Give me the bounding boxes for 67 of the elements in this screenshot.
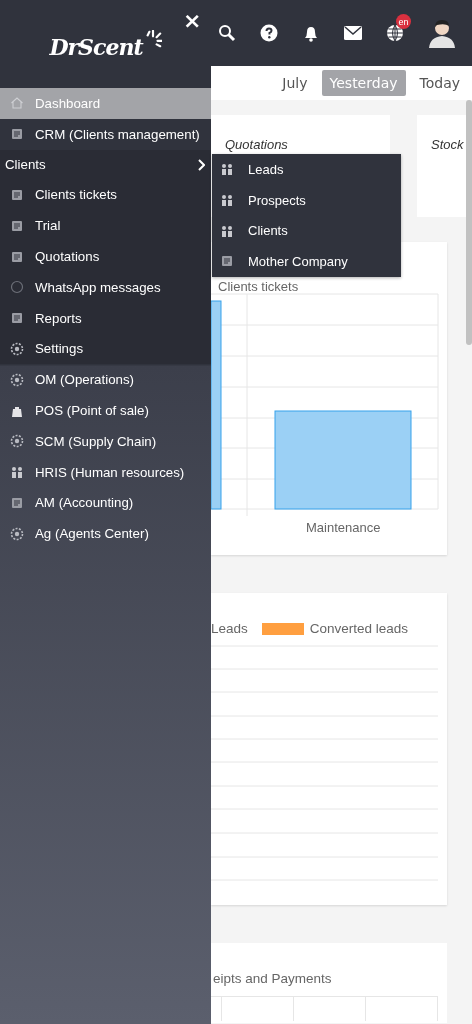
submenu-label: Mother Company [248, 253, 348, 269]
nav-label: Reports [35, 310, 82, 326]
nav-label: Ag (Agents Center) [35, 526, 149, 542]
nav-label: Dashboard [35, 95, 101, 111]
nav-item[interactable]: Settings [0, 333, 211, 365]
submenu-item[interactable]: Prospects [212, 184, 401, 216]
language-badge: en [396, 14, 411, 29]
nav-item[interactable]: Ag (Agents Center) [0, 518, 211, 550]
help-icon[interactable] [260, 24, 278, 42]
nav-item[interactable]: Clients tickets [0, 179, 211, 211]
nav-item[interactable]: POS (Point of sale) [0, 395, 211, 426]
nav-item[interactable]: AM (Accounting) [0, 487, 211, 519]
chevron-icon [197, 158, 205, 171]
nav-item[interactable]: Reports [0, 302, 211, 334]
group-icon [220, 223, 234, 238]
search-icon[interactable] [218, 24, 236, 42]
card-title: Quotations [225, 137, 288, 152]
submenu-label: Prospects [248, 192, 306, 208]
nav-label: Settings [35, 341, 84, 357]
avatar[interactable] [428, 18, 456, 48]
nav-item[interactable]: CRM (Clients management) [0, 118, 211, 150]
nav-item[interactable]: HRIS (Human resources) [0, 456, 211, 488]
gear-icon [10, 526, 24, 541]
gear-icon [10, 341, 24, 356]
submenu-item[interactable]: Leads [212, 154, 401, 185]
submenu-item[interactable]: Mother Company [212, 246, 401, 277]
mail-icon[interactable] [344, 26, 362, 40]
submenu-label: Leads [248, 161, 284, 177]
nav-item[interactable]: Quotations [0, 241, 211, 272]
gear-icon [10, 434, 24, 449]
nav-label: WhatsApp messages [35, 279, 161, 295]
period-tab[interactable]: July [274, 70, 316, 96]
axis-label: Maintenance [306, 520, 381, 535]
submenu-label: Clients [248, 223, 288, 239]
sparkle-icon [143, 30, 162, 48]
chart-title: Clients tickets [218, 279, 299, 294]
nav-item[interactable]: Trial [0, 210, 211, 242]
card-title: Stock [431, 137, 464, 152]
legend-label: Leads [211, 621, 248, 636]
nav-label: Trial [35, 218, 61, 234]
logo: DrScent [49, 34, 143, 60]
bell-icon[interactable] [302, 24, 320, 42]
nav-item[interactable]: WhatsApp messages [0, 272, 211, 303]
nav-label: SCM (Supply Chain) [35, 433, 157, 449]
nav-item[interactable]: OM (Operations) [0, 364, 211, 396]
period-tab[interactable]: Today [411, 70, 468, 96]
nav-label: OM (Operations) [35, 372, 134, 388]
nav-label: AM (Accounting) [35, 495, 134, 511]
submenu-item[interactable]: Clients [212, 215, 401, 247]
group-label: Clients [5, 157, 46, 173]
nav-item[interactable]: SCM (Supply Chain) [0, 425, 211, 457]
card-title: eipts and Payments [213, 971, 332, 986]
people-icon [220, 193, 234, 208]
globe-icon[interactable] [386, 24, 404, 42]
chat-icon [10, 280, 24, 295]
people-icon [10, 465, 24, 480]
document-icon [10, 249, 24, 264]
gear-icon [10, 372, 24, 387]
close-button[interactable]: × [183, 10, 202, 32]
nav-label: POS (Point of sale) [35, 403, 149, 419]
legend-label: Converted leads [309, 621, 409, 636]
home-icon [10, 96, 24, 111]
nav-label: HRIS (Human resources) [35, 464, 185, 480]
nav-label: Clients tickets [35, 187, 118, 203]
nav-label: Quotations [35, 249, 100, 265]
group-header[interactable]: Clients [0, 149, 211, 180]
nav-label: CRM (Clients management) [35, 126, 200, 142]
